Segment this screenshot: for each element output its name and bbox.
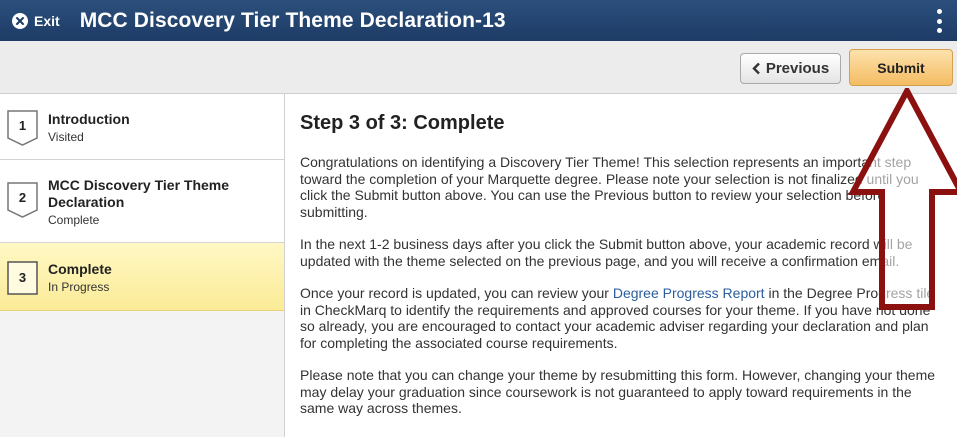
- svg-text:2: 2: [19, 190, 26, 205]
- step-number-badge: 2: [7, 182, 38, 218]
- step-status: Visited: [48, 130, 84, 144]
- step-status: Complete: [48, 213, 100, 227]
- svg-text:1: 1: [19, 118, 26, 133]
- step-navigation: 1 Introduction Visited 2 MCC Discovery T…: [0, 94, 285, 437]
- step-number-badge: 3: [7, 261, 38, 295]
- progress-report-paragraph: Once your record is updated, you can rev…: [300, 285, 943, 351]
- step-name: MCC Discovery Tier Theme Declaration: [48, 177, 230, 210]
- submit-button[interactable]: Submit: [849, 49, 953, 86]
- exit-button[interactable]: Exit: [12, 12, 60, 29]
- step-item-complete[interactable]: 3 Complete In Progress: [0, 243, 284, 311]
- step-number-badge: 1: [7, 110, 38, 146]
- step-name: Introduction: [48, 111, 130, 127]
- submit-label: Submit: [877, 59, 925, 76]
- step-heading: Step 3 of 3: Complete: [300, 112, 505, 134]
- previous-label: Previous: [765, 60, 830, 77]
- top-banner: Exit MCC Discovery Tier Theme Declaratio…: [0, 0, 957, 41]
- more-options-icon[interactable]: [935, 9, 943, 33]
- close-icon: [12, 12, 28, 29]
- page-title: MCC Discovery Tier Theme Declaration-13: [79, 8, 506, 32]
- step-name: Complete: [48, 261, 112, 277]
- svg-text:3: 3: [19, 270, 26, 285]
- paragraph-text: Once your record is updated, you can rev…: [300, 285, 613, 301]
- toolbar: Previous Submit: [0, 41, 957, 94]
- step-item-introduction[interactable]: 1 Introduction Visited: [0, 94, 284, 160]
- congratulations-paragraph: Congratulations on identifying a Discove…: [300, 154, 919, 220]
- change-theme-paragraph: Please note that you can change your the…: [300, 367, 936, 416]
- up-arrow-annotation-icon: [848, 88, 957, 310]
- step-item-theme-declaration[interactable]: 2 MCC Discovery Tier Theme Declaration C…: [0, 160, 284, 243]
- previous-button[interactable]: Previous: [740, 53, 841, 84]
- processing-paragraph: In the next 1-2 business days after you …: [300, 236, 913, 269]
- step-status: In Progress: [48, 280, 110, 294]
- degree-progress-report-link[interactable]: Degree Progress Report: [613, 285, 765, 301]
- chevron-left-icon: [752, 62, 761, 75]
- exit-label: Exit: [34, 12, 60, 29]
